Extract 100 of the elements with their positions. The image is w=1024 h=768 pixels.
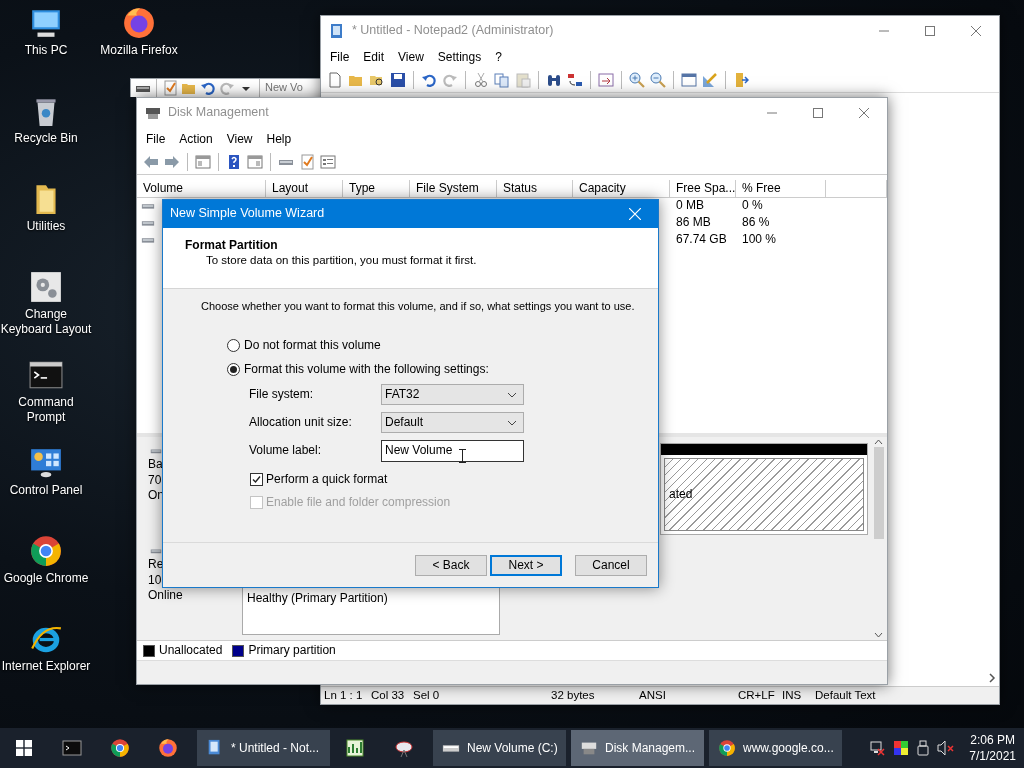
panel-icon[interactable] [195, 154, 211, 170]
maximize-icon[interactable] [925, 26, 935, 36]
properties-icon[interactable] [320, 154, 336, 170]
disk-label: 70 [148, 472, 163, 488]
option-label[interactable]: Format this volume with the following settings: [244, 362, 489, 378]
dropdown[interactable]: Default [381, 412, 524, 434]
checkmark-icon [251, 474, 262, 486]
speaker-muted-icon[interactable] [937, 740, 956, 756]
option-label: Enable file and folder compression [266, 495, 451, 511]
browser-icon[interactable] [110, 738, 130, 758]
replace-icon[interactable] [567, 72, 583, 88]
browser-icon[interactable] [29, 534, 63, 568]
instruction-text: Choose whether you want to format this volume, and if so, what settings you want to use. [201, 300, 636, 314]
checklist-icon[interactable] [299, 154, 315, 170]
menu-item[interactable]: Settings [430, 49, 489, 65]
clock[interactable]: 2:06 PM 7/1/2021 [969, 732, 1016, 764]
scroll-right-icon[interactable] [988, 672, 996, 683]
color-palette-icon[interactable] [893, 740, 910, 756]
column-header[interactable]: % Free [736, 180, 826, 197]
text-field[interactable]: New Volume [381, 439, 524, 462]
option-label[interactable]: Perform a quick format [266, 472, 388, 488]
forward-arrow-icon[interactable] [164, 154, 180, 170]
browser-icon[interactable] [122, 6, 156, 40]
taskbar-button[interactable]: New Volume (C:) [433, 730, 566, 766]
icon-label[interactable]: Change Keyboard Layout [0, 307, 92, 337]
icon-label[interactable]: Internet Explorer [1, 659, 91, 674]
cut-icon[interactable] [473, 72, 489, 88]
copy-icon[interactable] [494, 72, 510, 88]
column-header[interactable]: File System [410, 180, 497, 197]
browser-icon [718, 739, 736, 757]
icon-label[interactable]: Mozilla Firefox [100, 43, 178, 58]
zoom-out-icon[interactable] [650, 72, 666, 88]
status-text: 32 bytes [550, 688, 596, 703]
binoculars-icon[interactable] [546, 72, 562, 88]
chart-icon[interactable] [344, 738, 365, 758]
legend-label: Primary partition [248, 643, 336, 658]
status-text: Sel 0 [412, 688, 441, 703]
help-icon[interactable] [226, 154, 242, 170]
menu-item[interactable]: ? [488, 49, 509, 65]
menu-item[interactable]: View [219, 131, 260, 147]
scroll-down-icon[interactable] [874, 632, 883, 638]
column-header[interactable]: Free Spa... [670, 180, 736, 197]
radio-button[interactable] [227, 363, 240, 377]
menu-item[interactable]: View [391, 49, 431, 65]
menu-item[interactable]: File [139, 131, 173, 147]
icon-label[interactable]: Control Panel [9, 483, 83, 498]
column-header[interactable]: Capacity [573, 180, 670, 197]
menu-item[interactable]: Help [259, 131, 299, 147]
browser-icon[interactable] [158, 738, 178, 758]
icon-label[interactable]: Recycle Bin [14, 131, 78, 146]
satellite-dish-icon[interactable] [393, 738, 414, 758]
close-icon[interactable] [971, 26, 981, 36]
windows-logo-icon[interactable] [16, 740, 32, 756]
radio-button[interactable] [227, 339, 240, 353]
partition[interactable]: ated [660, 443, 868, 535]
menu-item[interactable]: Action [172, 131, 220, 147]
dialog-button[interactable]: Next > [490, 554, 562, 576]
gear-icon[interactable] [29, 270, 63, 304]
menu-item[interactable]: File [323, 49, 357, 65]
dialog-title: New Simple Volume Wizard [170, 206, 326, 222]
status-text: ANSI [638, 688, 667, 703]
maximize-icon[interactable] [813, 108, 823, 118]
status-text: Col 33 [370, 688, 406, 703]
disk-label: 10 [148, 572, 163, 588]
taskbar-button[interactable]: Disk Managem... [571, 730, 704, 766]
checkbox[interactable] [250, 473, 263, 487]
icon-label[interactable]: Command Prompt [0, 395, 92, 425]
back-arrow-icon[interactable] [143, 154, 159, 170]
network-icon[interactable] [869, 740, 886, 756]
exit-door-icon[interactable] [733, 72, 749, 88]
dialog-button[interactable]: < Back [415, 554, 487, 576]
column-header[interactable]: Volume [137, 180, 266, 197]
disk-management-icon [145, 105, 161, 121]
panel-icon[interactable] [247, 154, 263, 170]
icon-label[interactable]: This PC [24, 43, 68, 58]
legend-label: Unallocated [159, 643, 223, 658]
option-label[interactable]: Do not format this volume [244, 338, 381, 354]
new-file-icon[interactable] [327, 72, 343, 88]
menu-item[interactable]: Edit [356, 49, 392, 65]
undo-icon[interactable] [421, 72, 437, 88]
dialog-button[interactable]: Cancel [575, 554, 647, 576]
taskbar-button[interactable]: www.google.co... [709, 730, 842, 766]
scroll-up-icon[interactable] [874, 439, 883, 445]
notepad-icon [329, 23, 345, 39]
column-header[interactable]: Status [497, 180, 573, 197]
icon-label[interactable]: Utilities [26, 219, 66, 234]
icon-label[interactable]: Google Chrome [3, 571, 89, 586]
taskbar-button[interactable]: * Untitled - Not... [197, 730, 330, 766]
checklist-icon[interactable] [162, 80, 178, 96]
undo-icon[interactable] [200, 80, 216, 96]
column-header[interactable]: Layout [266, 180, 343, 197]
close-icon[interactable] [859, 108, 869, 118]
dropdown[interactable]: FAT32 [381, 384, 524, 406]
save-icon[interactable] [390, 72, 406, 88]
control-panel-icon[interactable] [29, 446, 63, 480]
pencil-ruler-icon[interactable] [702, 72, 718, 88]
column-header[interactable]: Type [343, 180, 410, 197]
window-icon[interactable] [681, 72, 697, 88]
usb-drive-icon[interactable] [917, 740, 930, 756]
zoom-in-icon[interactable] [629, 72, 645, 88]
